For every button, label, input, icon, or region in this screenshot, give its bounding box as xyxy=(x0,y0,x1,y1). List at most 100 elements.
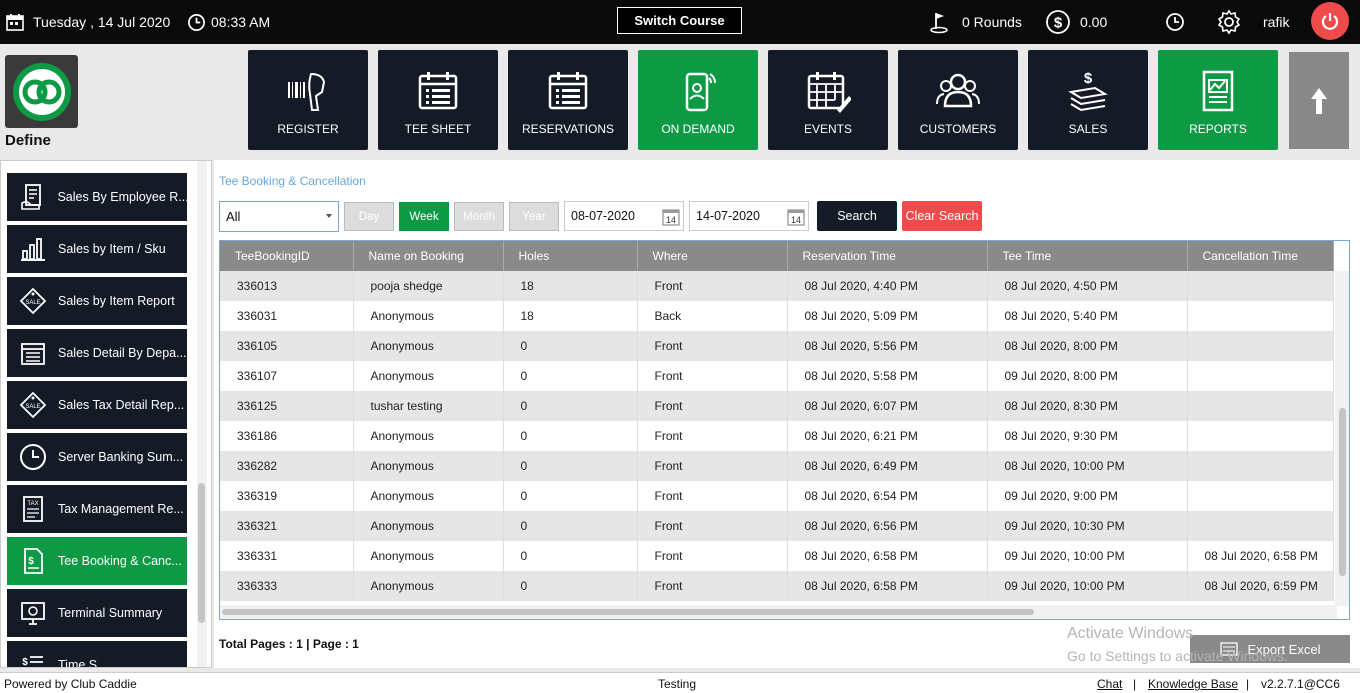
pagination-info: Total Pages : 1 | Page : 1 xyxy=(219,637,359,651)
table-row[interactable]: 336331 Anonymous 0 Front 08 Jul 2020, 6:58 P… xyxy=(220,541,1334,571)
sidebar-item-server-banking-summary[interactable]: Server Banking Sum... xyxy=(7,433,187,481)
calendar-list-icon xyxy=(378,68,498,114)
table-cell: Front xyxy=(637,271,788,301)
table-cell: 336013 xyxy=(220,271,354,301)
table-cell: Anonymous xyxy=(353,361,504,391)
table-cell: 08 Jul 2020, 5:56 PM xyxy=(787,331,988,361)
table-cell: 336105 xyxy=(220,331,354,361)
table-row[interactable]: 336031 Anonymous 18 Back 08 Jul 2020, 5:09 P… xyxy=(220,301,1334,331)
header: Define REGISTER TEE SHEET RESERVATIONS O… xyxy=(0,44,1360,156)
column-header[interactable]: Name on Booking xyxy=(353,241,504,271)
table-cell: Anonymous xyxy=(353,541,504,571)
sidebar-item-sales-by-item-sku[interactable]: Sales by Item / Sku xyxy=(7,225,187,273)
period-day-button[interactable]: Day xyxy=(344,202,394,231)
column-header[interactable]: Tee Time xyxy=(987,241,1188,271)
sidebar-item-label: Sales by Item / Sku xyxy=(58,242,166,256)
period-month-button[interactable]: Month xyxy=(454,202,504,231)
history-icon[interactable] xyxy=(1165,0,1185,44)
doc-dollar-icon: $ xyxy=(13,547,53,575)
sidebar-item-label: Sales by Item Report xyxy=(58,294,175,308)
version-label: v2.2.7.1@CC6 xyxy=(1261,677,1340,691)
report-sidebar[interactable]: Sales By Employee R... Sales by Item / S… xyxy=(0,160,212,668)
table-cell: 09 Jul 2020, 10:00 PM xyxy=(987,541,1188,571)
grid-vertical-scrollbar[interactable] xyxy=(1335,271,1349,606)
footer-separator: | xyxy=(1246,677,1250,691)
scrollbar-thumb[interactable] xyxy=(198,483,205,623)
table-row[interactable]: 336319 Anonymous 0 Front 08 Jul 2020, 6:54 P… xyxy=(220,481,1334,511)
grid-horizontal-scrollbar[interactable] xyxy=(220,605,1337,619)
mobile-icon xyxy=(638,68,758,114)
from-date-field[interactable]: 08-07-2020 14 xyxy=(564,201,684,231)
watermark-title: Activate Windows xyxy=(1067,625,1194,642)
nav-label: EVENTS xyxy=(803,122,852,136)
table-cell xyxy=(1187,331,1334,361)
table-cell: Front xyxy=(637,331,788,361)
table-row[interactable]: 336013 pooja shedge 18 Front 08 Jul 2020, 4:… xyxy=(220,271,1334,301)
column-header[interactable]: Cancellation Time xyxy=(1187,241,1334,271)
gear-icon[interactable] xyxy=(1216,0,1242,44)
knowledge-base-link[interactable]: Knowledge Base xyxy=(1148,677,1238,691)
table-cell: Front xyxy=(637,421,788,451)
column-header[interactable]: TeeBookingID xyxy=(220,241,354,271)
user-name[interactable]: rafik xyxy=(1263,0,1289,44)
switch-course-button[interactable]: Switch Course xyxy=(617,7,742,34)
scrollbar-thumb[interactable] xyxy=(1339,408,1346,576)
column-header[interactable]: Where xyxy=(637,241,788,271)
nav-reports[interactable]: REPORTS xyxy=(1158,50,1278,150)
table-cell: 08 Jul 2020, 6:59 PM xyxy=(1187,571,1334,601)
search-button[interactable]: Search xyxy=(817,201,897,231)
sidebar-scrollbar[interactable] xyxy=(197,161,207,667)
table-cell: 336107 xyxy=(220,361,354,391)
calendar-icon[interactable]: 14 xyxy=(787,208,805,229)
clear-search-button[interactable]: Clear Search xyxy=(902,201,982,231)
table-row[interactable]: 336107 Anonymous 0 Front 08 Jul 2020, 5:58 P… xyxy=(220,361,1334,391)
table-row[interactable]: 336125 tushar testing 0 Front 08 Jul 2020, 6… xyxy=(220,391,1334,421)
table-cell: 0 xyxy=(503,571,638,601)
power-button[interactable] xyxy=(1311,2,1349,40)
report-chart-icon xyxy=(1158,68,1278,114)
bookings-grid[interactable]: TeeBookingID Name on Booking Holes Where Res… xyxy=(219,240,1350,620)
bar-chart-icon xyxy=(13,235,53,263)
sidebar-item-tee-booking-cancellation[interactable]: $ Tee Booking & Canc... xyxy=(7,537,187,585)
filter-select-value: All xyxy=(226,209,241,224)
sidebar-item-terminal-summary[interactable]: Terminal Summary xyxy=(7,589,187,637)
table-row[interactable]: 336282 Anonymous 0 Front 08 Jul 2020, 6:49 P… xyxy=(220,451,1334,481)
money-stack-icon: $ xyxy=(1028,68,1148,114)
table-row[interactable]: 336186 Anonymous 0 Front 08 Jul 2020, 6:21 P… xyxy=(220,421,1334,451)
nav-label: REPORTS xyxy=(1189,122,1247,136)
filter-select[interactable]: All xyxy=(219,201,339,232)
sidebar-item-sales-tax-detail[interactable]: SALE Sales Tax Detail Rep... xyxy=(7,381,187,429)
nav-sales[interactable]: $ SALES xyxy=(1028,50,1148,150)
nav-label: REGISTER xyxy=(277,122,339,136)
list-dollar-icon: $ xyxy=(13,651,53,667)
scroll-up-button[interactable] xyxy=(1289,52,1349,149)
scrollbar-thumb[interactable] xyxy=(222,609,1034,615)
table-cell: 08 Jul 2020, 5:40 PM xyxy=(987,301,1188,331)
sidebar-item-time-sheet[interactable]: $ Time S... xyxy=(7,641,187,667)
nav-on-demand[interactable]: ON DEMAND xyxy=(638,50,758,150)
sidebar-item-sales-by-item-report[interactable]: SALE Sales by Item Report xyxy=(7,277,187,325)
table-row[interactable]: 336333 Anonymous 0 Front 08 Jul 2020, 6:58 P… xyxy=(220,571,1334,601)
club-caddie-logo[interactable] xyxy=(5,55,78,128)
nav-register[interactable]: REGISTER xyxy=(248,50,368,150)
clock-icon xyxy=(13,443,53,471)
period-year-button[interactable]: Year xyxy=(509,202,559,231)
nav-tee-sheet[interactable]: TEE SHEET xyxy=(378,50,498,150)
to-date-field[interactable]: 14-07-2020 14 xyxy=(689,201,809,231)
table-cell: 08 Jul 2020, 4:40 PM xyxy=(787,271,988,301)
sidebar-item-sales-by-employee[interactable]: Sales By Employee R... xyxy=(7,173,187,221)
nav-events[interactable]: EVENTS xyxy=(768,50,888,150)
nav-reservations[interactable]: RESERVATIONS xyxy=(508,50,628,150)
table-row[interactable]: 336105 Anonymous 0 Front 08 Jul 2020, 5:56 P… xyxy=(220,331,1334,361)
nav-customers[interactable]: CUSTOMERS xyxy=(898,50,1018,150)
calendar-icon[interactable]: 14 xyxy=(662,208,680,229)
column-header[interactable]: Holes xyxy=(503,241,638,271)
table-row[interactable]: 336321 Anonymous 0 Front 08 Jul 2020, 6:56 P… xyxy=(220,511,1334,541)
sidebar-item-sales-detail-by-department[interactable]: Sales Detail By Depa... xyxy=(7,329,187,377)
table-cell: 336186 xyxy=(220,421,354,451)
sidebar-item-tax-management[interactable]: TAX Tax Management Re... xyxy=(7,485,187,533)
chat-link[interactable]: Chat xyxy=(1097,677,1122,691)
table-cell: 0 xyxy=(503,331,638,361)
column-header[interactable]: Reservation Time xyxy=(787,241,988,271)
period-week-button[interactable]: Week xyxy=(399,202,449,231)
